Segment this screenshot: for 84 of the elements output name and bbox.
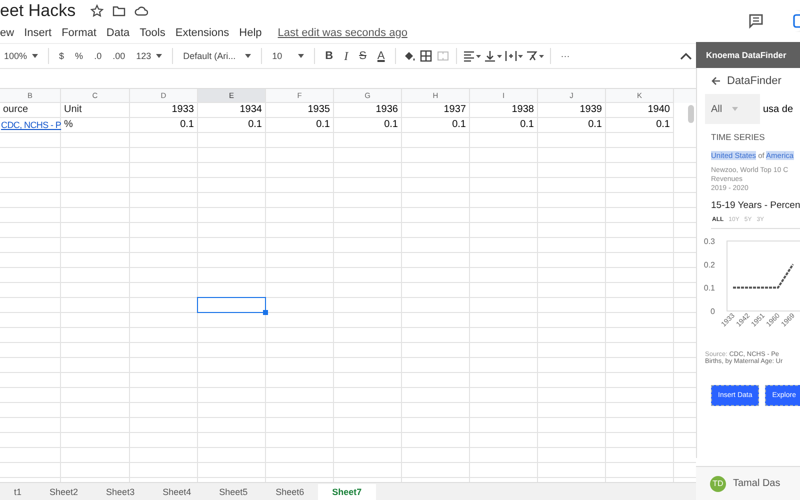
- menu-item[interactable]: Data: [106, 26, 130, 38]
- fill-handle[interactable]: [263, 310, 268, 315]
- sheet-tab[interactable]: Sheet2: [36, 484, 92, 500]
- percent-button[interactable]: %: [71, 46, 88, 66]
- decrease-decimals-button[interactable]: .0: [90, 46, 106, 66]
- scrollbar-thumb[interactable]: [688, 105, 694, 123]
- table-cell: 1934: [198, 103, 266, 118]
- table-cell: 0.1: [334, 118, 402, 133]
- y-tick-label: 0.3: [704, 237, 715, 246]
- table-cell: 0.1: [606, 118, 674, 133]
- folder-icon[interactable]: [112, 4, 126, 18]
- merge-cells-icon[interactable]: [436, 49, 450, 63]
- table-cell: 1937: [402, 103, 470, 118]
- empty-cells-grid[interactable]: [0, 133, 696, 482]
- user-avatar: TD: [710, 476, 726, 492]
- link-cell[interactable]: CDC, NCHS - P: [0, 118, 61, 133]
- table-cell: ource: [0, 103, 61, 118]
- sheet-tab[interactable]: Sheet4: [148, 484, 206, 500]
- caret-icon: [732, 107, 738, 111]
- menu-item[interactable]: ew: [0, 26, 14, 38]
- font-size-dropdown[interactable]: 10: [268, 46, 308, 66]
- table-cell: 1939: [538, 103, 606, 118]
- table-cell: 0.1: [130, 118, 198, 133]
- more-button[interactable]: ···: [556, 46, 574, 66]
- series-title: 15-19 Years - Percen: [711, 200, 800, 211]
- table-cell: 0.1: [538, 118, 606, 133]
- zoom-dropdown[interactable]: 100%: [0, 46, 42, 66]
- vertical-align-icon[interactable]: [484, 49, 502, 63]
- caret-icon: [156, 54, 162, 58]
- italic-button[interactable]: I: [340, 46, 352, 66]
- menu-item[interactable]: Extensions: [175, 26, 230, 38]
- caret-icon: [245, 54, 252, 58]
- sheet-tab[interactable]: Sheet5: [205, 484, 262, 500]
- sheet-tab[interactable]: Sheet7: [318, 484, 376, 500]
- sheet-tab[interactable]: Sheet3: [92, 484, 149, 500]
- strikethrough-button[interactable]: S: [355, 46, 370, 66]
- bold-button[interactable]: B: [321, 46, 338, 66]
- y-tick-label: 0.1: [704, 284, 715, 293]
- table-cell: 0.1: [402, 118, 470, 133]
- last-edit-link[interactable]: Last edit was seconds ago: [278, 26, 408, 38]
- borders-icon[interactable]: [418, 49, 433, 63]
- increase-decimals-button[interactable]: .00: [108, 46, 130, 66]
- section-label: TIME SERIES: [711, 132, 766, 144]
- series-line: [733, 264, 794, 289]
- text-wrap-icon[interactable]: [504, 49, 523, 63]
- comment-icon[interactable]: [748, 13, 764, 29]
- table-cell: Unit: [61, 103, 130, 118]
- table-cell: 1935: [266, 103, 334, 118]
- menu-item[interactable]: Insert: [24, 26, 52, 38]
- search-field[interactable]: usa de: [760, 94, 800, 124]
- currency-button[interactable]: $: [55, 46, 68, 66]
- table-cell: 1940: [606, 103, 674, 118]
- sheet-tab[interactable]: t1: [0, 484, 36, 500]
- table-cell: 0.1: [198, 118, 266, 133]
- table-cell: %: [61, 118, 130, 133]
- text-color-button[interactable]: A: [373, 46, 389, 66]
- selected-cell[interactable]: [197, 297, 266, 313]
- y-tick-label: 0: [710, 307, 715, 316]
- table-cell: 0.1: [470, 118, 538, 133]
- table-cell: 1933: [130, 103, 198, 118]
- align-left-icon[interactable]: [462, 49, 481, 63]
- star-icon[interactable]: [90, 4, 104, 18]
- filter-dropdown[interactable]: All: [711, 104, 760, 114]
- caret-icon: [298, 54, 304, 58]
- sheet-tab[interactable]: Sheet6: [262, 484, 318, 500]
- font-dropdown[interactable]: Default (Ari...: [179, 46, 256, 66]
- table-cell: 0.1: [266, 118, 334, 133]
- text-rotation-icon[interactable]: [526, 49, 544, 63]
- table-cell: 1936: [334, 103, 402, 118]
- y-tick-label: 0.2: [704, 260, 715, 270]
- back-arrow-icon[interactable]: [711, 76, 721, 86]
- caret-icon: [32, 54, 38, 58]
- panel-title: Knoema DataFinder: [706, 50, 786, 60]
- menu-item[interactable]: Help: [239, 26, 262, 38]
- menu-item[interactable]: Tools: [140, 26, 166, 38]
- cloud-icon[interactable]: [134, 4, 148, 18]
- user-name: Tamal Das: [733, 478, 780, 489]
- document-title[interactable]: eet Hacks: [0, 1, 76, 21]
- collapse-chevron-icon[interactable]: [680, 52, 692, 60]
- table-cell: 1938: [470, 103, 538, 118]
- number-format-dropdown[interactable]: 123: [132, 46, 166, 66]
- menu-item[interactable]: Format: [62, 26, 96, 38]
- filter-value: All: [711, 104, 722, 114]
- panel-heading: DataFinder: [727, 75, 782, 87]
